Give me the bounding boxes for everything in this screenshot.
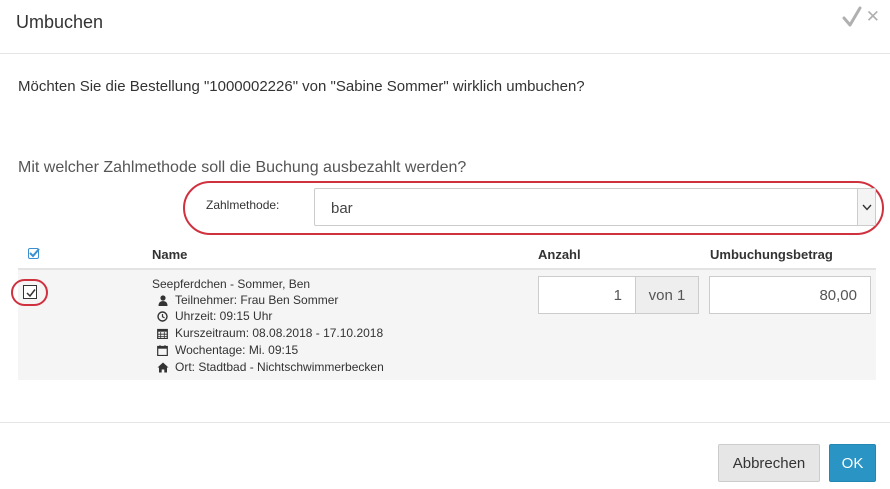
quantity-input[interactable]: 1 <box>538 276 636 314</box>
payment-question: Mit welcher Zahlmethode soll die Buchung… <box>18 159 467 176</box>
payment-method-value: bar <box>331 200 353 217</box>
detail-weekdays: Wochentage: Mi. 09:15 <box>156 343 298 357</box>
item-name: Seepferdchen - Sommer, Ben <box>152 277 311 291</box>
detail-weekdays-text: Wochentage: Mi. 09:15 <box>175 343 299 357</box>
cancel-button[interactable]: Abbrechen <box>718 444 820 482</box>
checkmark-icon <box>26 289 36 298</box>
detail-participant: Teilnehmer: Frau Ben Sommer <box>156 293 338 307</box>
amount-value: 80,00 <box>819 287 857 304</box>
detail-period-text: Kurszeitraum: 08.08.2018 - 17.10.2018 <box>175 326 384 340</box>
confirm-check-icon[interactable] <box>842 6 862 28</box>
calendar-grid-icon <box>156 327 169 339</box>
footer-divider <box>0 422 890 423</box>
checkmark-icon <box>29 248 40 258</box>
header-actions: ✕ <box>842 6 880 28</box>
select-all-checkbox[interactable] <box>28 248 40 259</box>
calendar-icon <box>156 344 169 356</box>
quantity-of-addon: von 1 <box>635 276 699 314</box>
detail-participant-text: Teilnehmer: Frau Ben Sommer <box>175 293 339 307</box>
detail-location: Ort: Stadtbad - Nichtschwimmerbecken <box>156 360 384 374</box>
detail-time: Uhrzeit: 09:15 Uhr <box>156 309 272 323</box>
payment-method-select[interactable]: bar <box>314 188 876 226</box>
amount-input[interactable]: 80,00 <box>709 276 871 314</box>
chevron-down-icon[interactable] <box>857 189 875 225</box>
header-name: Name <box>152 247 188 262</box>
close-icon[interactable]: ✕ <box>866 7 880 27</box>
header-quantity: Anzahl <box>538 247 581 262</box>
quantity-value: 1 <box>613 287 622 304</box>
dialog-header: Umbuchen ✕ <box>0 0 890 54</box>
user-icon <box>156 294 169 306</box>
detail-period: Kurszeitraum: 08.08.2018 - 17.10.2018 <box>156 326 383 340</box>
rebook-question: Möchten Sie die Bestellung "1000002226" … <box>18 78 585 95</box>
row-checkbox[interactable] <box>23 285 37 299</box>
dialog-title: Umbuchen <box>16 12 104 32</box>
detail-location-text: Ort: Stadtbad - Nichtschwimmerbecken <box>175 360 384 374</box>
payment-method-label: Zahlmethode: <box>206 198 280 212</box>
header-amount: Umbuchungsbetrag <box>710 247 833 262</box>
clock-icon <box>156 310 169 322</box>
detail-time-text: Uhrzeit: 09:15 Uhr <box>175 309 273 323</box>
ok-button[interactable]: OK <box>829 444 876 482</box>
home-icon <box>156 361 169 373</box>
